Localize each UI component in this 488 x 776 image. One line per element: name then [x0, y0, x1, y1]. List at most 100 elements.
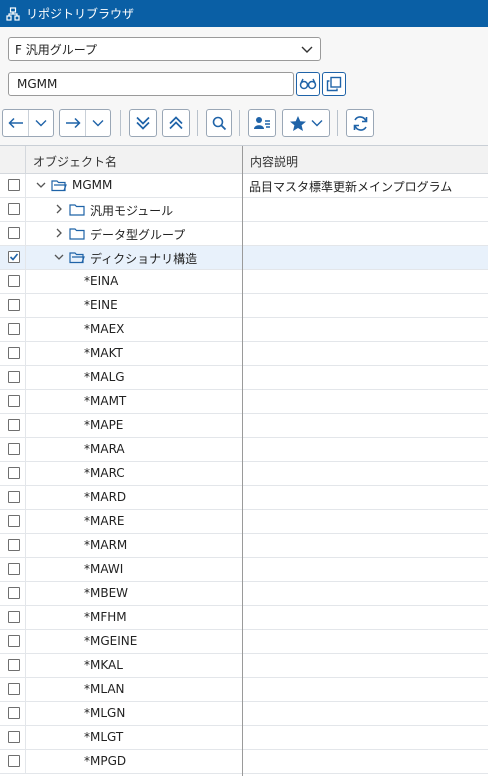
- tree-item-name[interactable]: *MAKT: [84, 346, 123, 360]
- tree-item-name[interactable]: データ型グループ: [90, 226, 185, 243]
- tree-item-name[interactable]: *MAWI: [84, 562, 123, 576]
- tree-row[interactable]: *MLGT: [0, 726, 488, 750]
- tree-item-name[interactable]: *EINE: [84, 298, 118, 312]
- tree-item-name[interactable]: *MALG: [84, 370, 125, 384]
- tree-item-name[interactable]: *MBEW: [84, 586, 128, 600]
- chevron-down-icon[interactable]: [36, 180, 46, 190]
- tree-item-name[interactable]: 汎用モジュール: [90, 202, 173, 219]
- row-checkbox[interactable]: [8, 587, 20, 599]
- chevron-right-icon[interactable]: [54, 204, 64, 214]
- row-checkbox[interactable]: [8, 467, 20, 479]
- tree-row[interactable]: *MGEINE: [0, 630, 488, 654]
- tree-item-name[interactable]: ディクショナリ構造: [90, 250, 197, 267]
- column-header-description[interactable]: 内容説明: [250, 153, 298, 170]
- row-checkbox[interactable]: [8, 227, 20, 239]
- back-history-button[interactable]: [29, 110, 53, 136]
- row-checkbox[interactable]: [8, 563, 20, 575]
- tree-item-name[interactable]: *MARC: [84, 466, 125, 480]
- checkmark-icon: [9, 253, 19, 261]
- tree-item-name[interactable]: *MGEINE: [84, 634, 137, 648]
- tree-item-name[interactable]: *MARM: [84, 538, 127, 552]
- row-checkbox[interactable]: [8, 179, 20, 191]
- expand-all-button[interactable]: [129, 109, 157, 137]
- row-checkbox[interactable]: [8, 323, 20, 335]
- favorites-button[interactable]: [282, 109, 330, 137]
- tree-row[interactable]: *MARM: [0, 534, 488, 558]
- object-type-dropdown[interactable]: F 汎用グループ: [8, 37, 321, 61]
- tree-row[interactable]: *MLAN: [0, 678, 488, 702]
- tree-row[interactable]: *MLGN: [0, 702, 488, 726]
- display-button[interactable]: [296, 72, 320, 96]
- tree-item-name[interactable]: *MKAL: [84, 658, 123, 672]
- tree-item-name[interactable]: *MAEX: [84, 322, 124, 336]
- tree-row[interactable]: *MAMT: [0, 390, 488, 414]
- tree-row[interactable]: *MAEX: [0, 318, 488, 342]
- tree-item-name[interactable]: *MPGD: [84, 754, 126, 768]
- row-checkbox[interactable]: [8, 707, 20, 719]
- row-checkbox[interactable]: [8, 203, 20, 215]
- chevron-right-icon[interactable]: [54, 228, 64, 238]
- tree-item-name[interactable]: MGMM: [72, 178, 112, 192]
- tree-row[interactable]: *EINA: [0, 270, 488, 294]
- tree-row[interactable]: *MAKT: [0, 342, 488, 366]
- column-divider: [25, 678, 26, 702]
- column-header-object-name[interactable]: オブジェクト名: [33, 153, 117, 170]
- find-button[interactable]: [206, 109, 232, 137]
- object-name-input[interactable]: [17, 77, 293, 91]
- row-checkbox[interactable]: [8, 731, 20, 743]
- tree-row[interactable]: *MPGD: [0, 750, 488, 774]
- tree-row[interactable]: *MALG: [0, 366, 488, 390]
- tree-item-name[interactable]: *MAPE: [84, 418, 123, 432]
- row-checkbox[interactable]: [8, 611, 20, 623]
- tree-item-name[interactable]: *MFHM: [84, 610, 127, 624]
- back-button[interactable]: [3, 110, 29, 136]
- tree-item-name[interactable]: *MLGT: [84, 730, 123, 744]
- row-checkbox[interactable]: [8, 491, 20, 503]
- tree-row[interactable]: データ型グループ: [0, 222, 488, 246]
- tree-row[interactable]: *MARC: [0, 462, 488, 486]
- tree-item-name[interactable]: *MAMT: [84, 394, 126, 408]
- row-checkbox[interactable]: [8, 371, 20, 383]
- tree-item-name[interactable]: *EINA: [84, 274, 118, 288]
- search-icon: [212, 116, 226, 130]
- row-checkbox[interactable]: [8, 275, 20, 287]
- tree-item-name[interactable]: *MARE: [84, 514, 124, 528]
- worklist-button[interactable]: [248, 109, 276, 137]
- tree-row[interactable]: *MFHM: [0, 606, 488, 630]
- tree-row[interactable]: *MARE: [0, 510, 488, 534]
- forward-button[interactable]: [60, 110, 86, 136]
- tree-row[interactable]: 汎用モジュール: [0, 198, 488, 222]
- forward-history-button[interactable]: [86, 110, 110, 136]
- other-object-button[interactable]: [322, 72, 346, 96]
- chevron-down-icon[interactable]: [54, 252, 64, 262]
- row-checkbox[interactable]: [8, 299, 20, 311]
- row-checkbox[interactable]: [8, 419, 20, 431]
- tree-item-name[interactable]: *MLAN: [84, 682, 125, 696]
- tree-row[interactable]: *MKAL: [0, 654, 488, 678]
- refresh-button[interactable]: [346, 109, 374, 137]
- column-divider[interactable]: [242, 146, 243, 776]
- tree-row[interactable]: *MAPE: [0, 414, 488, 438]
- tree-row[interactable]: *MARA: [0, 438, 488, 462]
- tree-row[interactable]: *EINE: [0, 294, 488, 318]
- row-checkbox[interactable]: [8, 251, 20, 263]
- refresh-icon: [353, 115, 367, 131]
- row-checkbox[interactable]: [8, 395, 20, 407]
- row-checkbox[interactable]: [8, 635, 20, 647]
- tree-item-name[interactable]: *MLGN: [84, 706, 125, 720]
- tree-item-name[interactable]: *MARA: [84, 442, 125, 456]
- row-checkbox[interactable]: [8, 539, 20, 551]
- row-checkbox[interactable]: [8, 683, 20, 695]
- tree-row[interactable]: MGMM 品目マスタ標準更新メインプログラム: [0, 174, 488, 198]
- tree-row[interactable]: ディクショナリ構造: [0, 246, 488, 270]
- tree-row[interactable]: *MAWI: [0, 558, 488, 582]
- tree-item-name[interactable]: *MARD: [84, 490, 126, 504]
- row-checkbox[interactable]: [8, 443, 20, 455]
- row-checkbox[interactable]: [8, 755, 20, 767]
- row-checkbox[interactable]: [8, 515, 20, 527]
- tree-row[interactable]: *MARD: [0, 486, 488, 510]
- collapse-all-button[interactable]: [162, 109, 190, 137]
- row-checkbox[interactable]: [8, 347, 20, 359]
- tree-row[interactable]: *MBEW: [0, 582, 488, 606]
- row-checkbox[interactable]: [8, 659, 20, 671]
